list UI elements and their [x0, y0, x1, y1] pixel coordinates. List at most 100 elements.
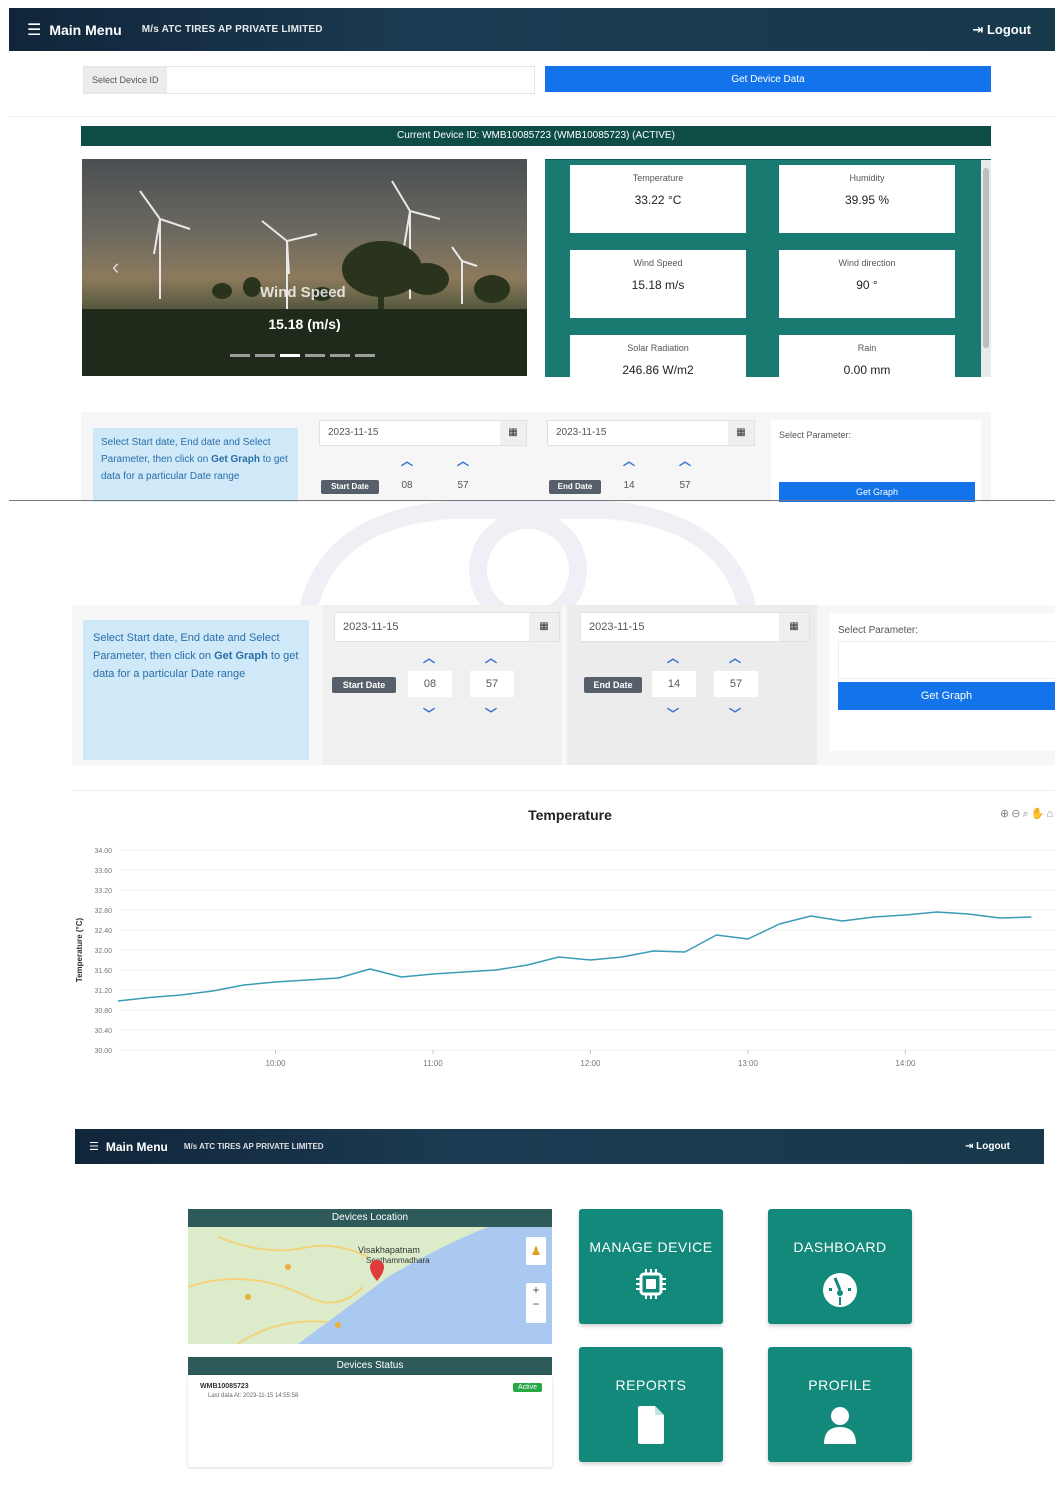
reports-tile[interactable]: REPORTS [579, 1347, 723, 1462]
wind-carousel: ‹ Wind Speed 15.18 (m/s) [82, 159, 527, 376]
calendar-icon[interactable]: ▦ [779, 613, 809, 641]
sensor-name: Wind Speed [633, 258, 683, 268]
street-view-icon[interactable]: ♟ [526, 1237, 546, 1265]
carousel-indicators [230, 354, 375, 357]
carousel-prev-icon[interactable]: ‹ [112, 254, 119, 280]
x-tick-label: 13:00 [738, 1059, 759, 1068]
zoom-out-button[interactable]: − [526, 1297, 546, 1311]
filter-info-box: Select Start date, End date and Select P… [83, 620, 309, 760]
info-bold: Get Graph [211, 454, 260, 465]
sensor-name: Wind direction [838, 258, 896, 268]
calendar-icon[interactable]: ▦ [500, 421, 526, 445]
divider [72, 790, 1055, 791]
end-minute[interactable]: 57 [714, 671, 758, 697]
end-hour-up-icon[interactable]: ︿ [664, 649, 682, 666]
dashboard-tile[interactable]: DASHBOARD [768, 1209, 912, 1324]
end-hour-down-icon[interactable]: ﹀ [664, 705, 682, 722]
end-minute-down-icon[interactable]: ﹀ [726, 705, 744, 722]
y-tick-label: 32.80 [94, 908, 112, 915]
y-tick-label: 30.80 [94, 1008, 112, 1015]
y-tick-label: 32.00 [94, 948, 112, 955]
end-date-value: 2023-11-15 [589, 621, 645, 633]
parameter-label: Select Parameter: [779, 430, 852, 440]
start-hour[interactable]: 08 [408, 671, 452, 697]
x-tick-label: 11:00 [423, 1059, 443, 1068]
carousel-indicator[interactable] [355, 354, 375, 357]
start-date-input[interactable]: 2023-11-15 ▦ [334, 612, 560, 642]
document-icon [638, 1406, 664, 1444]
status-device-id[interactable]: WMB10085723 [200, 1383, 249, 1390]
start-minute-up-icon[interactable]: ︿ [482, 649, 500, 666]
map-place-1: Visakhapatnam [358, 1245, 420, 1255]
temperature-chart: Temperature ⊕⊖⌕✋⌂ 34.00 33.60 33.20 32.80 32… [70, 795, 1055, 1095]
minute-up-icon[interactable]: ︿ [455, 452, 471, 469]
y-tick-label: 30.40 [94, 1028, 112, 1035]
hour-up-icon[interactable]: ︿ [621, 452, 637, 469]
parameter-label: Select Parameter: [838, 625, 919, 636]
sensor-value: 0.00 mm [843, 363, 891, 377]
company-name: M/s ATC TIRES AP PRIVATE LIMITED [141, 24, 323, 35]
calendar-icon[interactable]: ▦ [529, 613, 559, 641]
slide-title: Wind Speed [260, 284, 346, 301]
tile-label: REPORTS [615, 1377, 687, 1393]
logout-button[interactable]: ⇥ Logout [972, 22, 1031, 38]
tile-label: DASHBOARD [793, 1239, 887, 1255]
carousel-indicator[interactable] [330, 354, 350, 357]
carousel-indicator[interactable] [230, 354, 250, 357]
status-last-data: Last data At: 2023-11-15 14:55:58 [208, 1393, 299, 1399]
start-hour[interactable]: 08 [396, 480, 418, 491]
end-date-input[interactable]: 2023-11-15 ▦ [547, 420, 755, 446]
carousel-indicator[interactable] [280, 354, 300, 357]
start-date-tag: Start Date [332, 677, 396, 693]
tile-label: MANAGE DEVICE [589, 1239, 713, 1255]
end-hour[interactable]: 14 [652, 671, 696, 697]
logout-icon: ⇥ [972, 21, 987, 37]
temperature-series-line [117, 911, 1032, 1002]
start-minute-down-icon[interactable]: ﹀ [482, 705, 500, 722]
sensor-scrollbar[interactable] [981, 160, 991, 377]
hamburger-icon[interactable]: ☰ [27, 20, 41, 40]
end-date-input[interactable]: 2023-11-15 ▦ [580, 612, 810, 642]
sensor-value: 90 ° [856, 278, 878, 292]
end-minute-up-icon[interactable]: ︿ [726, 649, 744, 666]
parameter-select[interactable] [838, 641, 1055, 679]
start-date-input[interactable]: 2023-11-15 ▦ [319, 420, 527, 446]
devices-location-header: Devices Location [188, 1209, 552, 1227]
sensor-value: 33.22 °C [634, 193, 682, 207]
manage-device-tile[interactable]: MANAGE DEVICE [579, 1209, 723, 1324]
start-minute[interactable]: 57 [452, 480, 474, 491]
get-graph-button[interactable]: Get Graph [779, 482, 975, 502]
logout-button[interactable]: ⇥ Logout [965, 1141, 1010, 1152]
main-menu-link[interactable]: Main Menu [49, 22, 121, 38]
chart-canvas: 34.00 33.60 33.20 32.80 32.40 32.00 31.60 31.20… [75, 848, 1055, 1068]
get-device-data-button[interactable]: Get Device Data [545, 66, 991, 92]
start-hour-down-icon[interactable]: ﹀ [420, 705, 438, 722]
sensor-name: Humidity [849, 173, 885, 183]
end-minute[interactable]: 57 [674, 480, 696, 491]
devices-map[interactable]: Visakhapatnam Seethammadhara ♟ + − [188, 1227, 552, 1344]
y-tick-label: 30.00 [94, 1048, 112, 1055]
device-id-select[interactable]: Select Device ID [83, 66, 535, 94]
gauge-icon [823, 1273, 857, 1307]
x-tick-label: 14:00 [895, 1059, 916, 1068]
start-minute[interactable]: 57 [470, 671, 514, 697]
top-navbar: ☰ Main Menu M/s ATC TIRES AP PRIVATE LIM… [9, 8, 1055, 51]
hour-up-icon[interactable]: ︿ [399, 452, 415, 469]
parameter-panel: Select Parameter: Get Graph [771, 420, 981, 502]
profile-tile[interactable]: PROFILE [768, 1347, 912, 1462]
sensor-name: Rain [857, 343, 877, 353]
start-hour-up-icon[interactable]: ︿ [420, 649, 438, 666]
chip-icon [636, 1269, 666, 1299]
end-hour[interactable]: 14 [618, 480, 640, 491]
minute-up-icon[interactable]: ︿ [677, 452, 693, 469]
main-menu-link[interactable]: Main Menu [106, 1140, 168, 1154]
carousel-indicator[interactable] [255, 354, 275, 357]
hamburger-icon[interactable]: ☰ [89, 1140, 99, 1153]
calendar-icon[interactable]: ▦ [728, 421, 754, 445]
end-date-tag: End Date [584, 677, 642, 693]
sensor-name: Temperature [632, 173, 684, 183]
carousel-indicator[interactable] [305, 354, 325, 357]
zoom-in-button[interactable]: + [526, 1283, 546, 1297]
current-device-bar: Current Device ID: WMB10085723 (WMB10085… [81, 126, 991, 146]
get-graph-button[interactable]: Get Graph [838, 682, 1055, 710]
